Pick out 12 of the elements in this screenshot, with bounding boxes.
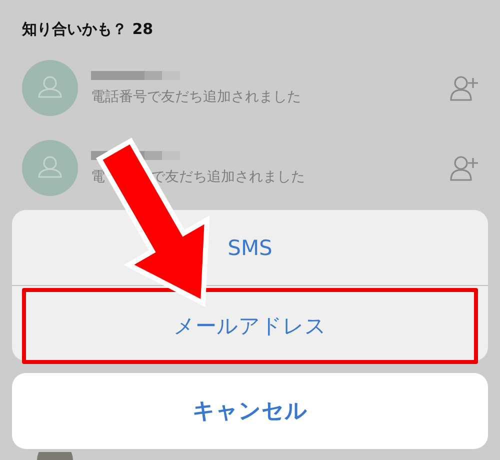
suggestion-subtitle: 電話番号で友だち追加されました	[91, 88, 301, 106]
sheet-option[interactable]: SMS	[12, 210, 488, 285]
section-title: 知り合いかも？ 28	[22, 20, 154, 40]
sheet-option[interactable]: メールアドレス	[22, 288, 478, 364]
suggestion-subtitle: 電	[91, 168, 105, 186]
avatar-icon	[22, 140, 78, 196]
cancel-button[interactable]: キャンセル	[12, 373, 488, 449]
avatar-icon	[22, 60, 78, 116]
suggestion-subtitle: で友だち追加されました	[151, 168, 305, 186]
avatar-icon	[35, 452, 75, 460]
add-friend-icon[interactable]	[450, 155, 480, 181]
add-friend-icon[interactable]	[450, 75, 480, 101]
